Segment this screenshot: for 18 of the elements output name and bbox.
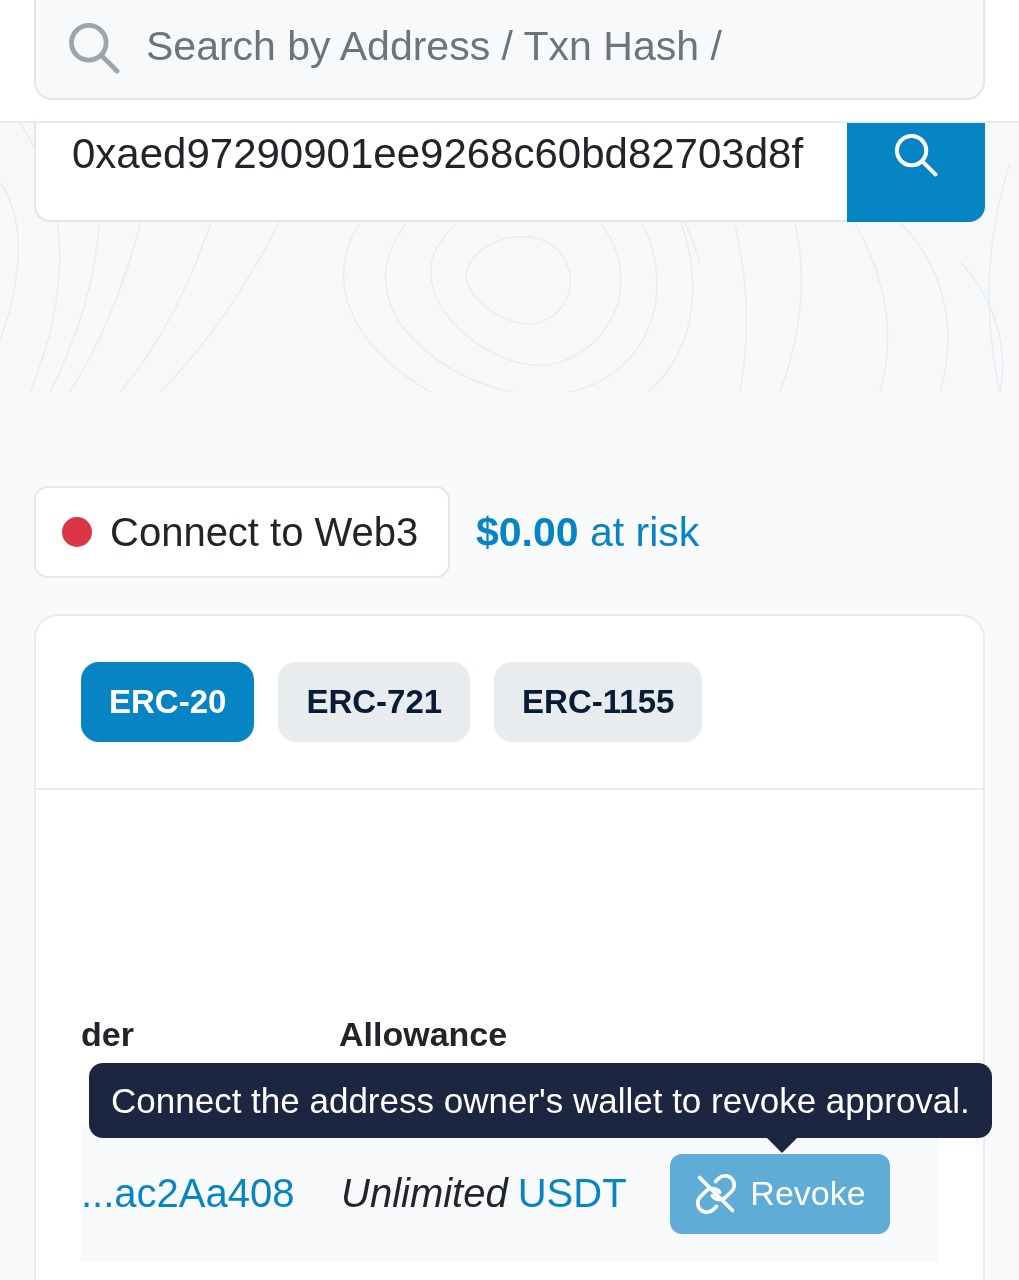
tooltip-pointer <box>767 1138 797 1153</box>
column-header: Allowance <box>339 1014 508 1054</box>
column-header: der <box>81 1014 135 1054</box>
search-icon <box>68 22 120 74</box>
allowance-amount: Unlimited <box>341 1171 508 1215</box>
search-field[interactable]: Search by Address / Txn Hash / <box>34 0 985 100</box>
address-link[interactable]: ...ac2Aa408 <box>81 1171 341 1216</box>
search-button[interactable] <box>847 123 985 222</box>
token-standard-tab[interactable]: ERC-20 <box>81 662 255 742</box>
connect-button[interactable]: Connect to Web3 <box>34 486 450 578</box>
token-link[interactable]: USDT <box>517 1171 627 1215</box>
address-field[interactable]: 0xaed97290901ee9268c60bd82703d8f <box>34 123 847 222</box>
token-standard-tab[interactable]: ERC-721 <box>278 662 471 742</box>
unlink-icon <box>694 1171 739 1216</box>
tooltip: Connect the address owner's wallet to revoke approval. <box>89 1063 992 1138</box>
token-standard-tab[interactable]: ERC-1155 <box>494 662 703 742</box>
risk-amount: $0.00 at risk <box>476 508 700 556</box>
search-icon <box>894 133 938 177</box>
